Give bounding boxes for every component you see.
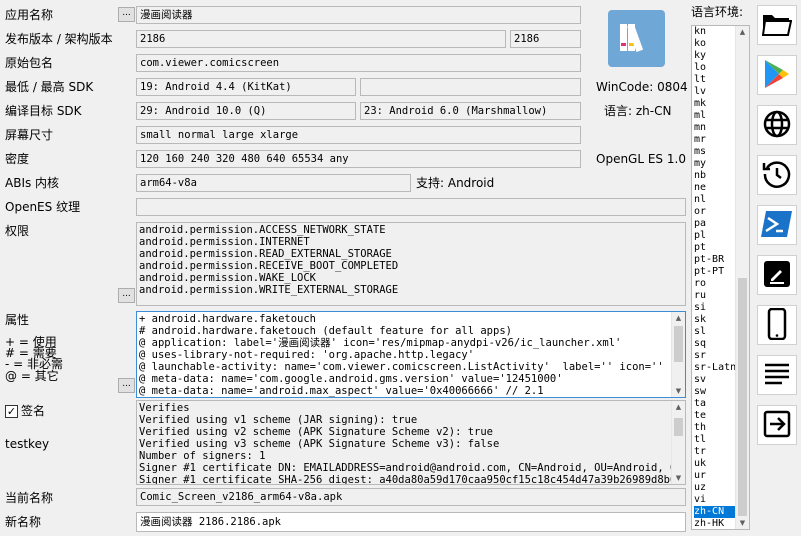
signature-line: Verifies: [139, 402, 190, 414]
max-sdk-field[interactable]: [360, 78, 581, 96]
package-field[interactable]: com.viewer.comicscreen: [136, 54, 581, 72]
language-text: 语言: zh-CN: [604, 104, 672, 118]
label-opengl-texture: OpenES 纹理: [5, 200, 81, 214]
version-name-field[interactable]: 2186: [136, 30, 506, 48]
signature-line: Verified using v2 scheme (APK Signature …: [139, 426, 494, 438]
new-name-field[interactable]: 漫画阅读器 2186.2186.apk: [136, 512, 686, 532]
label-package: 原始包名: [5, 56, 54, 70]
min-sdk-field[interactable]: 19: Android 4.4 (KitKat): [136, 78, 356, 96]
label-target-sdk: 编译目标 SDK: [5, 104, 82, 118]
label-version: 发布版本 / 架构版本: [5, 32, 113, 46]
features-scrollbar[interactable]: ▲ ▼: [671, 312, 685, 397]
version-code-field[interactable]: 2186: [510, 30, 581, 48]
permissions-browse-button[interactable]: ...: [118, 288, 135, 303]
app-icon: [608, 10, 665, 67]
export-button[interactable]: [757, 405, 797, 445]
target-sdk-field[interactable]: 29: Android 10.0 (Q): [136, 102, 356, 120]
sign-checkbox[interactable]: ✓: [5, 405, 18, 418]
list-icon: [764, 363, 790, 388]
signature-line: Verified using v1 scheme (JAR signing): …: [139, 414, 418, 426]
history-icon: [762, 159, 792, 192]
signature-edit-icon: [763, 260, 791, 291]
device-button[interactable]: [757, 305, 797, 345]
language-scrollbar[interactable]: ▲ ▼: [735, 26, 749, 529]
label-density: 密度: [5, 152, 30, 166]
wincode-text: WinCode: 0804: [596, 80, 688, 94]
folder-icon: [761, 11, 793, 40]
label-permissions: 权限: [5, 224, 30, 238]
opengl-es-text: OpenGL ES 1.0: [596, 152, 686, 166]
signature-scrollbar[interactable]: ▲ ▼: [671, 401, 685, 484]
app-name-field[interactable]: 漫画阅读器: [136, 6, 581, 24]
feature-item: @ meta-data: name='android.max_aspect' v…: [139, 385, 544, 397]
abi-field[interactable]: arm64-v8a: [136, 174, 411, 192]
permission-item: android.permission.WRITE_EXTERNAL_STORAG…: [139, 284, 399, 296]
feature-item: @ meta-data: name='com.google.android.gm…: [139, 373, 563, 385]
signature-text: Verifies Verified using v1 scheme (JAR si…: [137, 401, 686, 485]
feature-item: # android.hardware.faketouch (default fe…: [139, 325, 512, 337]
support-text: 支持: Android: [416, 176, 495, 190]
label-sdk: 最低 / 最高 SDK: [5, 80, 94, 94]
feature-item: @ application: label='漫画阅读器' icon='res/m…: [139, 337, 622, 349]
sign-button[interactable]: [757, 255, 797, 295]
phone-icon: [767, 307, 787, 343]
compile-sdk-field[interactable]: 23: Android 6.0 (Marshmallow): [360, 102, 581, 120]
label-app-name: 应用名称: [5, 8, 54, 22]
signature-info[interactable]: Verifies Verified using v1 scheme (JAR si…: [136, 400, 686, 485]
features-text: + android.hardware.faketouch # android.ha…: [137, 312, 685, 397]
language-list[interactable]: kn ko ky lo lt lv mk ml mn mr ms my nb ne nl or pa pl pt pt…: [691, 25, 750, 530]
open-folder-button[interactable]: [757, 5, 797, 45]
label-screen: 屏幕尺寸: [5, 128, 54, 142]
signature-line: Number of signers: 1: [139, 450, 266, 462]
permission-item: android.permission.ACCESS_NETWORK_STATE: [139, 224, 386, 236]
feature-item: @ uses-library-not-required: 'org.apache…: [139, 349, 475, 361]
powershell-icon: [761, 210, 793, 241]
feature-item: @ launchable-activity: name='com.viewer.…: [139, 361, 664, 373]
play-store-icon: [763, 59, 791, 92]
current-name-field[interactable]: Comic_Screen_v2186_arm64-v8a.apk: [136, 488, 686, 506]
permissions-list[interactable]: android.permission.ACCESS_NETWORK_STATE a…: [136, 222, 686, 306]
features-browse-button[interactable]: ...: [118, 378, 135, 393]
screen-size-field[interactable]: small normal large xlarge: [136, 126, 581, 144]
web-button[interactable]: [757, 105, 797, 145]
permission-item: android.permission.WAKE_LOCK: [139, 272, 317, 284]
label-signer: testkey: [5, 437, 50, 451]
density-field[interactable]: 120 160 240 320 480 640 65534 any: [136, 150, 581, 168]
permission-item: android.permission.INTERNET: [139, 236, 310, 248]
opengl-texture-field[interactable]: [136, 198, 686, 216]
history-button[interactable]: [757, 155, 797, 195]
label-language-env: 语言环境:: [691, 5, 744, 19]
signature-line: Verified using v3 scheme (APK Signature …: [139, 438, 500, 450]
permission-item: android.permission.RECEIVE_BOOT_COMPLETE…: [139, 260, 399, 272]
permission-item: android.permission.READ_EXTERNAL_STORAGE: [139, 248, 392, 260]
signature-line: Signer #1 certificate SHA-256 digest: a4…: [139, 474, 685, 485]
legend-other: @ = 其它: [5, 369, 59, 383]
permissions-text: android.permission.ACCESS_NETWORK_STATE a…: [137, 223, 685, 297]
label-new-name: 新名称: [5, 515, 42, 529]
feature-item: + android.hardware.faketouch: [139, 313, 317, 325]
label-sign: 签名: [21, 404, 46, 418]
app-name-browse-button[interactable]: ...: [118, 7, 135, 22]
label-attributes: 属性: [5, 313, 30, 327]
label-current-name: 当前名称: [5, 491, 54, 505]
command-button[interactable]: [757, 205, 797, 245]
features-list[interactable]: + android.hardware.faketouch # android.ha…: [136, 311, 686, 398]
play-store-button[interactable]: [757, 55, 797, 95]
export-icon: [763, 410, 791, 441]
list-button[interactable]: [757, 355, 797, 395]
globe-icon: [762, 109, 792, 142]
signature-line: Signer #1 certificate DN: EMAILADDRESS=a…: [139, 462, 686, 474]
label-abi: ABIs 内核: [5, 176, 60, 190]
